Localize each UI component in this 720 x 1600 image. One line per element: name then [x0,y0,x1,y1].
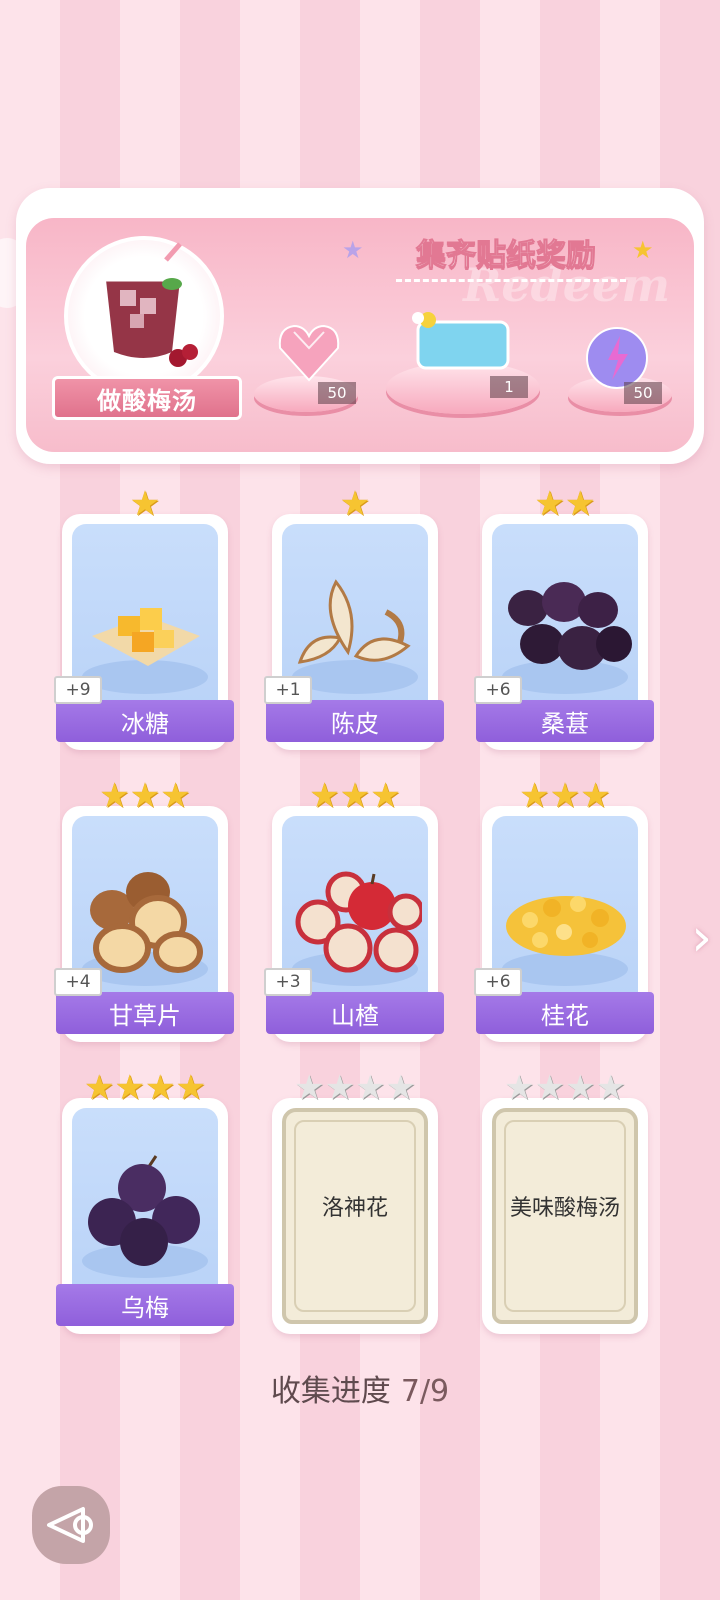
card-name: 洛神花 [321,1196,388,1221]
banner-background: Redeem 做酸梅汤 集齐贴纸奖励 ★ ★ 50 1 50 [26,218,694,452]
sticker-card[interactable]: ★ ★ 桑葚 +6 [474,486,654,750]
hawthorn-icon [295,871,422,973]
star-icon: ★ [595,1068,626,1108]
star-icon: ★ [534,1068,565,1108]
star-icon: ★ [565,1068,596,1108]
mulberry-icon [508,582,632,670]
duplicate-count-badge: +6 [474,676,522,704]
card-name: 山楂 [266,992,444,1034]
star-icon: ★ [534,484,565,524]
card-name: 美味酸梅汤 [509,1196,620,1221]
duplicate-count-badge: +9 [54,676,102,704]
star-icon: ★ [129,484,161,524]
rock-sugar-icon [92,608,200,666]
card-name: 桂花 [476,992,654,1034]
star-rating: ★ ★ ★ [62,778,228,814]
reward-banner: Redeem 做酸梅汤 集齐贴纸奖励 ★ ★ 50 1 50 [16,188,704,464]
star-icon: ★ [309,776,340,816]
star-icon: ★ [385,1068,416,1108]
progress-value: 7/9 [400,1374,450,1409]
card-name: 乌梅 [56,1284,234,1326]
licorice-slice-icon [90,872,203,973]
drink-name-label: 做酸梅汤 [52,376,242,420]
star-rating: ★ ★ ★ ★ [272,1070,438,1106]
star-icon: ★ [294,1068,325,1108]
back-arrow-icon [47,1507,93,1543]
reward-count: 50 [624,382,662,404]
blue-ticket-icon[interactable] [404,310,514,376]
star-icon: ★ [339,484,371,524]
card-name: 桑葚 [476,700,654,742]
star-icon: ★ [580,776,611,816]
star-rating: ★ ★ [482,486,648,522]
sticker-card[interactable]: ★ ★ ★ 桂花 +6 [474,778,654,1042]
star-rating: ★ ★ ★ [272,778,438,814]
reward-title: 集齐贴纸奖励 [356,226,656,282]
card-name: 冰糖 [56,700,234,742]
star-icon: ★ [114,1068,145,1108]
star-icon: ★ [355,1068,386,1108]
star-rating: ★ ★ ★ ★ [62,1070,228,1106]
star-rating: ★ [272,486,438,522]
star-icon: ★ [324,1068,355,1108]
title-underline [396,279,626,282]
duplicate-count-badge: +6 [474,968,522,996]
star-rating: ★ ★ ★ ★ [482,1070,648,1106]
sticker-card-locked[interactable]: ★ ★ ★ ★ 洛神花 [272,1070,438,1334]
reward-count: 50 [318,382,356,404]
gold-star-icon: ★ [632,236,654,264]
duplicate-count-badge: +3 [264,968,312,996]
sticker-card[interactable]: ★ 冰糖 +9 [54,486,234,750]
card-name: 甘草片 [56,992,234,1034]
collection-progress: 收集进度 7/9 [0,1366,720,1410]
sticker-card-locked[interactable]: ★ ★ ★ ★ 美味酸梅汤 [482,1070,648,1334]
star-icon: ★ [145,1068,176,1108]
orange-peel-icon [297,579,411,664]
pink-heart-gem-icon[interactable] [274,318,344,388]
dark-plum-icon [88,1155,200,1266]
star-icon: ★ [84,1068,115,1108]
osmanthus-icon [506,896,626,956]
star-rating: ★ [62,486,228,522]
star-icon: ★ [175,1068,206,1108]
star-icon: ★ [370,776,401,816]
energy-orb-icon[interactable] [582,326,652,390]
card-name: 陈皮 [266,700,444,742]
star-icon: ★ [160,776,191,816]
star-icon: ★ [519,776,550,816]
star-icon: ★ [99,776,130,816]
progress-label: 收集进度 [270,1374,391,1409]
next-page-arrow-icon[interactable]: › [691,908,712,968]
star-rating: ★ ★ ★ [482,778,648,814]
back-button[interactable] [32,1486,110,1564]
sticker-card[interactable]: ★ 陈皮 +1 [264,486,444,750]
sticker-card[interactable]: ★ ★ ★ 甘草片 +4 [54,778,234,1042]
reward-count: 1 [490,376,528,398]
star-icon: ★ [504,1068,535,1108]
duplicate-count-badge: +4 [54,968,102,996]
sticker-card[interactable]: ★ ★ ★ 山楂 +3 [264,778,444,1042]
sticker-card[interactable]: ★ ★ ★ ★ 乌梅 [56,1070,234,1334]
reward-title-text: 集齐贴纸奖励 [416,238,597,274]
star-icon: ★ [129,776,161,816]
purple-star-icon: ★ [342,236,364,264]
duplicate-count-badge: +1 [264,676,312,704]
drink-image [64,236,224,396]
star-icon: ★ [339,776,371,816]
sour-plum-drink-icon [106,242,198,367]
star-icon: ★ [565,484,596,524]
star-icon: ★ [549,776,581,816]
